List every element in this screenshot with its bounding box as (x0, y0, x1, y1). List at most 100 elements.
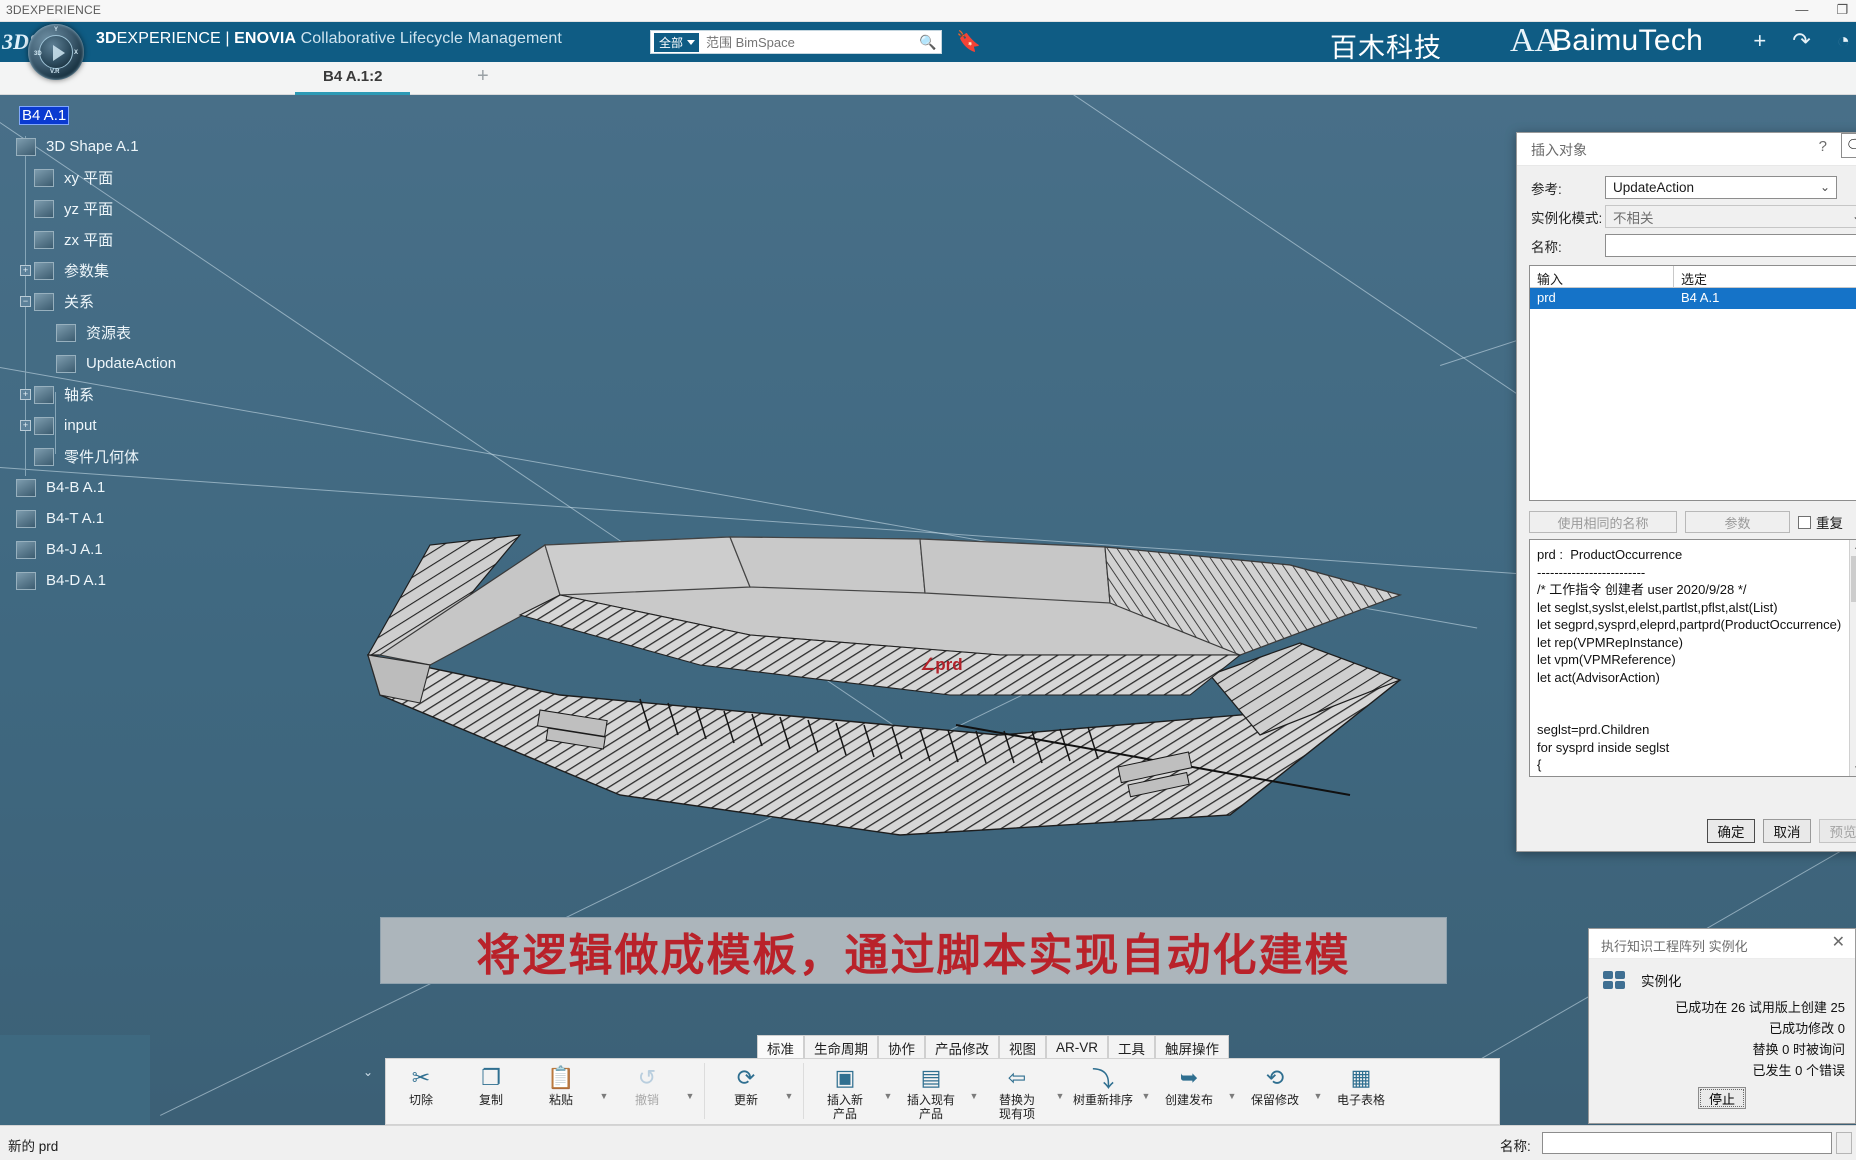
name-input[interactable] (1605, 234, 1856, 257)
tree-item--[interactable]: − 关系 (0, 286, 300, 317)
ribbon-button-tree-reorder[interactable]: ⤵ 树重新排序 (1068, 1059, 1138, 1107)
ribbon-button-keep-changes[interactable]: ⟲ 保留修改 (1240, 1059, 1310, 1107)
ribbon-button-copy[interactable]: ❐ 复制 (456, 1059, 526, 1107)
insert-existing-product-icon: ▤ (920, 1065, 942, 1090)
tab-b4-a1-2[interactable]: B4 A.1:2 (295, 62, 411, 95)
tree-item-updateaction[interactable]: UpdateAction (0, 348, 300, 379)
expand-icon[interactable]: + (20, 389, 31, 400)
script-scrollbar[interactable]: ▲ ▼ (1849, 540, 1856, 776)
ribbon-tab-3[interactable]: 产品修改 (925, 1035, 999, 1059)
ribbon-tab-5[interactable]: AR-VR (1046, 1035, 1109, 1059)
tree-item-3d-shape-a-1[interactable]: 3D Shape A.1 (0, 131, 300, 162)
checkbox-box[interactable] (1798, 515, 1811, 529)
minimize-icon[interactable]: — (1795, 1, 1808, 19)
new-tab-icon[interactable]: + (477, 65, 489, 88)
cancel-button[interactable]: 取消 (1763, 819, 1811, 843)
tree-item-b4-d-a-1[interactable]: B4-D A.1 (0, 565, 300, 596)
expand-icon[interactable]: + (20, 265, 31, 276)
ribbon-tab-7[interactable]: 触屏操作 (1155, 1035, 1230, 1059)
tag-icon[interactable]: 🔖 (956, 29, 981, 54)
dialog-title: 插入对象 (1531, 142, 1587, 158)
tree-item--[interactable]: + 参数集 (0, 255, 300, 286)
window-controls[interactable]: — ❐ (1795, 1, 1848, 19)
more-icon[interactable]: ◔ (1837, 28, 1850, 54)
tree-item-yz-[interactable]: yz 平面 (0, 193, 300, 224)
name-row: 名称: (1517, 232, 1856, 259)
ribbon-button-paste[interactable]: 📋 粘贴 (526, 1059, 596, 1107)
close-icon[interactable]: ✕ (1832, 932, 1845, 952)
ribbon-tab-6[interactable]: 工具 (1108, 1035, 1156, 1059)
ribbon-content[interactable]: ✂ 切除 ❐ 复制 📋 粘贴 ▼ ↺ 撤销 ▼ ⟳ 更新 ▼ ▣ 插入新 产品 ▼ ▤ 插入现有 产品 ▼ ⇦ 替换为 … (385, 1058, 1500, 1125)
expand-icon[interactable]: + (20, 420, 31, 431)
chevron-down-icon[interactable]: ▼ (1224, 1059, 1240, 1101)
chevron-down-icon[interactable]: ▼ (682, 1059, 698, 1101)
tree-item-b4-j-a-1[interactable]: B4-J A.1 (0, 534, 300, 565)
instantiation-mode-combobox[interactable]: 不相关 ⌄ (1605, 205, 1856, 228)
ribbon-button-replace[interactable]: ⇦ 替换为 现有项 (982, 1059, 1052, 1121)
tree-item--[interactable]: + 轴系 (0, 379, 300, 410)
os-title-bar: 3DEXPERIENCE — ❐ (0, 0, 1856, 22)
column-header-selected: 选定 (1681, 272, 1708, 287)
scrollbar-thumb[interactable] (1851, 556, 1856, 602)
parameters-button[interactable]: 参数 (1685, 511, 1790, 533)
chevron-down-icon[interactable]: ▼ (781, 1059, 797, 1101)
inputs-grid[interactable]: 输入 选定 prd B4 A.1 (1529, 265, 1856, 501)
notification-title: 执行知识工程阵列 实例化 (1601, 939, 1748, 954)
tree-item--[interactable]: 资源表 (0, 317, 300, 348)
script-preview[interactable]: prd : ProductOccurrence ----------------… (1529, 539, 1856, 777)
action-bar[interactable]: ⌄ 标准 生命周期 协作 产品修改 视图 AR-VR 工具 触屏操作 ✂ 切除 ❐ 复制 📋 粘贴 ▼ ↺ 撤… (363, 1035, 1500, 1125)
search-scope-dropdown[interactable]: 全部 (654, 32, 700, 52)
ribbon-button-scissors[interactable]: ✂ 切除 (386, 1059, 456, 1107)
comment-bubble-icon[interactable]: 🗨 (1841, 133, 1856, 158)
ribbon-tab-0[interactable]: 标准 (757, 1035, 804, 1059)
ribbon-tab-2[interactable]: 协作 (878, 1035, 925, 1059)
chevron-down-icon[interactable]: ▼ (1310, 1059, 1326, 1101)
global-search[interactable]: 全部 🔍 (650, 30, 942, 54)
ok-button[interactable]: 确定 (1707, 819, 1755, 843)
chevron-down-icon[interactable]: ▼ (1138, 1059, 1154, 1101)
tree-item-zx-[interactable]: zx 平面 (0, 224, 300, 255)
chevron-down-icon[interactable]: ▼ (966, 1059, 982, 1101)
ribbon-button-insert-existing-product[interactable]: ▤ 插入现有 产品 (896, 1059, 966, 1121)
chevron-down-icon[interactable]: ▼ (596, 1059, 612, 1101)
ribbon-collapse-icon[interactable]: ⌄ (363, 1065, 373, 1079)
chevron-down-icon[interactable]: ▼ (880, 1059, 896, 1101)
navigation-compass[interactable]: 3D Y X V.R (28, 24, 84, 80)
chevron-down-icon[interactable]: ⌄ (1820, 180, 1830, 194)
search-icon[interactable]: 🔍 (915, 34, 941, 51)
ribbon-button-refresh[interactable]: ⟳ 更新 (711, 1059, 781, 1107)
help-icon[interactable]: ? (1819, 138, 1827, 155)
knowledge-pattern-notification[interactable]: 执行知识工程阵列 实例化 ✕ 实例化 已成功在 26 试用版上创建 25 已成功… (1588, 928, 1856, 1124)
ribbon-tab-list[interactable]: 标准 生命周期 协作 产品修改 视图 AR-VR 工具 触屏操作 (757, 1035, 1230, 1059)
ribbon-button-insert-new-product[interactable]: ▣ 插入新 产品 (810, 1059, 880, 1121)
statusbar-name-button[interactable] (1836, 1132, 1852, 1154)
tree-item-input[interactable]: + input (0, 410, 300, 441)
action-icon (56, 354, 76, 373)
insert-object-dialog[interactable]: 插入对象 ? ✕ 参考: UpdateAction ⌄ 🗨 实例化模式: 不相关… (1516, 132, 1856, 852)
tree-item-xy-[interactable]: xy 平面 (0, 162, 300, 193)
table-row[interactable]: prd B4 A.1 (1530, 288, 1856, 309)
ribbon-tab-4[interactable]: 视图 (999, 1035, 1046, 1059)
tree-item--[interactable]: 零件几何体 (0, 441, 300, 472)
ribbon-tab-1[interactable]: 生命周期 (804, 1035, 878, 1059)
compass-play-icon (53, 45, 65, 61)
tree-item-b4-t-a-1[interactable]: B4-T A.1 (0, 503, 300, 534)
reference-combobox[interactable]: UpdateAction ⌄ (1605, 176, 1837, 199)
tree-item-b4-b-a-1[interactable]: B4-B A.1 (0, 472, 300, 503)
specification-tree[interactable]: B4 A.1 3D Shape A.1 xy 平面 yz 平面 zx 平面 + 参数集 − 关系… (0, 100, 300, 596)
collapse-icon[interactable]: − (20, 296, 31, 307)
restore-icon[interactable]: ❐ (1836, 1, 1848, 19)
tree-item-b4-a-1[interactable]: B4 A.1 (0, 100, 300, 131)
search-input[interactable] (699, 34, 915, 50)
repeat-checkbox[interactable]: 重复 (1798, 512, 1843, 532)
add-icon[interactable]: + (1753, 28, 1766, 54)
stop-button[interactable]: 停止 (1698, 1087, 1746, 1109)
ribbon-button-spreadsheet[interactable]: ▦ 电子表格 (1326, 1059, 1396, 1107)
chevron-down-icon[interactable]: ▼ (1052, 1059, 1068, 1101)
ribbon-button-create-publication[interactable]: ➥ 创建发布 (1154, 1059, 1224, 1107)
header-actions[interactable]: + ↷ ◔ (1753, 28, 1850, 54)
statusbar-name-input[interactable] (1542, 1132, 1832, 1154)
chevron-down-icon (687, 40, 696, 45)
use-same-name-button[interactable]: 使用相同的名称 (1529, 511, 1677, 533)
share-icon[interactable]: ↷ (1792, 28, 1810, 54)
